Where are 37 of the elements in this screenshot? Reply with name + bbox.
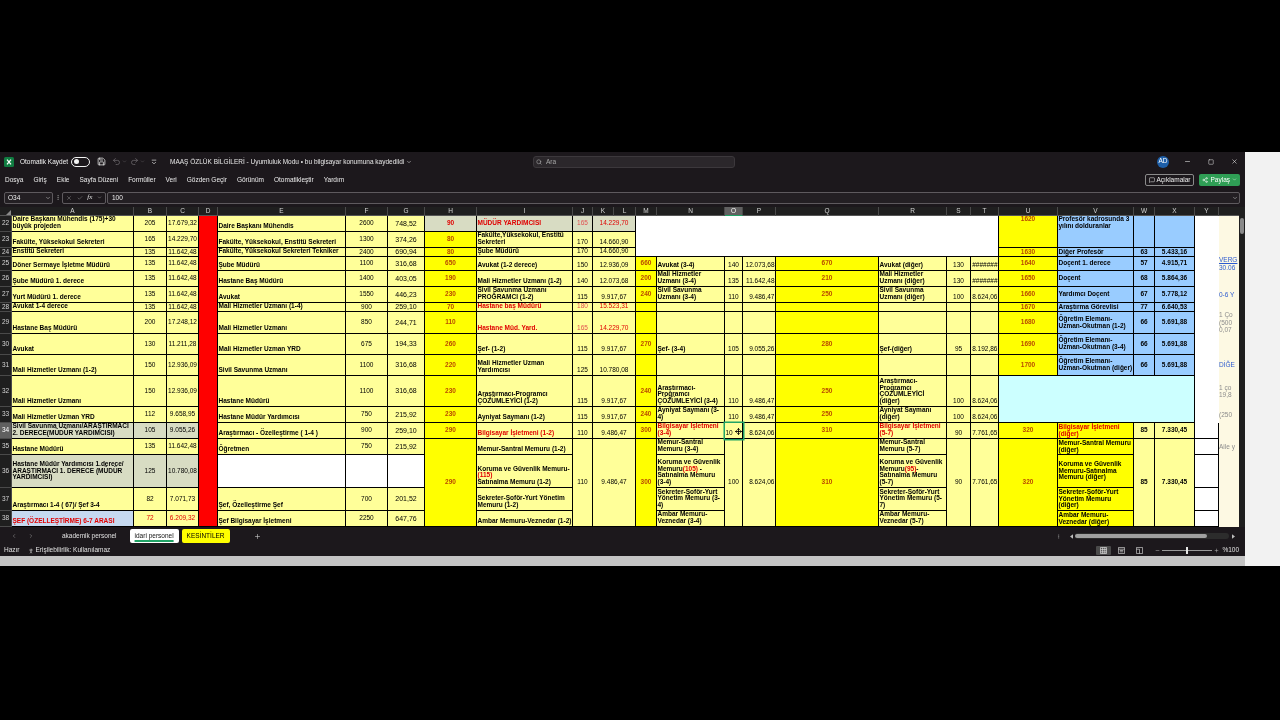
- scroll-left-icon[interactable]: [1070, 533, 1073, 539]
- next-sheet-icon[interactable]: [28, 533, 34, 539]
- zoom-out-icon[interactable]: [1155, 548, 1161, 553]
- previous-sheet-icon[interactable]: [11, 533, 17, 539]
- cancel-icon[interactable]: [66, 194, 73, 201]
- vertical-scrollbar[interactable]: [1239, 207, 1245, 527]
- share-icon: [1202, 176, 1209, 183]
- caret-icon: [1232, 177, 1237, 182]
- empty-cell: [1195, 439, 1219, 455]
- close-icon: [1230, 158, 1238, 165]
- more-options-icon[interactable]: [1056, 532, 1061, 540]
- add-sheet-icon[interactable]: [253, 532, 261, 540]
- zoom-in-icon[interactable]: [1214, 548, 1220, 553]
- page-break-icon: [1136, 547, 1144, 554]
- minimize-icon: [1183, 158, 1191, 165]
- spreadsheet-logo-icon: [4, 156, 14, 167]
- slider-thumb[interactable]: [1186, 547, 1189, 554]
- expand-icon[interactable]: [1232, 194, 1238, 201]
- check-icon[interactable]: [76, 194, 83, 201]
- save-icon[interactable]: [97, 157, 107, 166]
- page-layout-icon: [1118, 547, 1126, 554]
- search-icon: [536, 158, 542, 165]
- customize-icon[interactable]: [151, 158, 158, 165]
- caret-icon[interactable]: [96, 195, 102, 200]
- empty-cell: [1195, 488, 1219, 511]
- accessibility-icon: [27, 547, 34, 554]
- empty-cell: [1195, 511, 1219, 527]
- more-options-icon[interactable]: [55, 194, 61, 201]
- grid-icon: [1100, 547, 1108, 554]
- comment-icon: [1148, 176, 1155, 183]
- caret-icon[interactable]: [45, 194, 51, 201]
- horizontal-scrollbar[interactable]: [1075, 533, 1229, 539]
- maximize-icon: [1208, 158, 1214, 165]
- scroll-right-icon[interactable]: [1232, 533, 1235, 539]
- view-button[interactable]: [1096, 546, 1112, 555]
- caret-icon[interactable]: [406, 158, 413, 165]
- move-cursor-icon: [735, 427, 742, 435]
